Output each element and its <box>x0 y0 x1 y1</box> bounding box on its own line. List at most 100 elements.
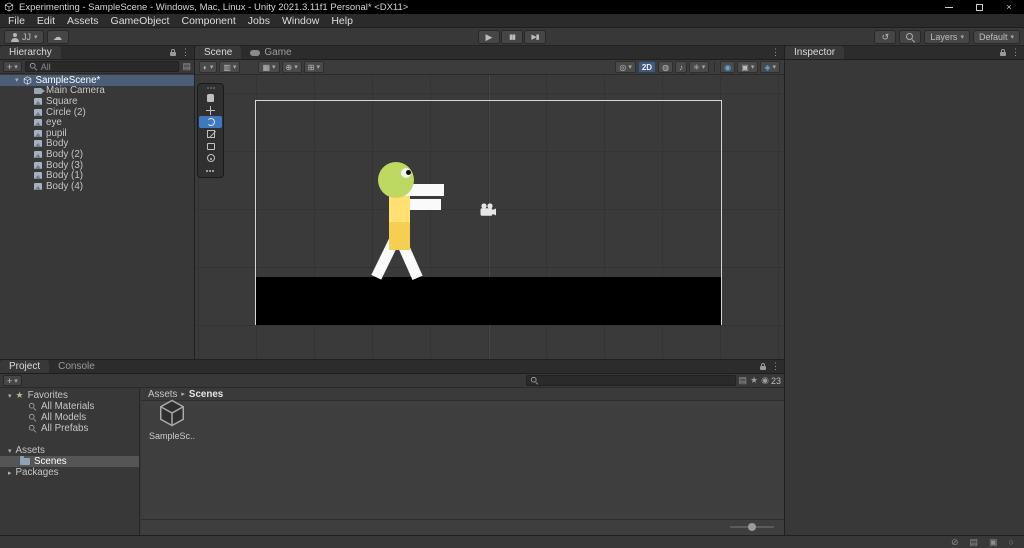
tab-scene[interactable]: Scene <box>195 46 242 59</box>
lock-icon[interactable] <box>760 362 766 370</box>
status-mute-icon[interactable]: ⊘ <box>951 537 959 548</box>
tab-hierarchy[interactable]: Hierarchy <box>0 46 61 59</box>
play-button[interactable]: ▶ <box>478 30 500 44</box>
tool-rect[interactable] <box>199 140 222 152</box>
camera-gizmo-icon[interactable] <box>479 203 497 221</box>
scene-lighting-toggle[interactable]: ◍ <box>658 61 674 73</box>
hierarchy-scene-row[interactable]: ▾ SampleScene* <box>0 75 194 86</box>
kebab-menu-icon[interactable]: ⋮ <box>181 47 190 58</box>
hierarchy-item-pupil[interactable]: pupil <box>0 128 194 139</box>
tool-hand[interactable] <box>199 92 222 104</box>
tool-more[interactable] <box>199 164 222 176</box>
character-body-top[interactable] <box>389 196 410 222</box>
foldout-icon[interactable]: ▾ <box>8 392 12 400</box>
lock-icon[interactable] <box>1000 48 1006 56</box>
menu-component[interactable]: Component <box>175 15 241 27</box>
status-progress-icon[interactable]: ○ <box>1009 537 1014 547</box>
favorites-label: Favorites <box>27 390 68 401</box>
account-button[interactable]: JJ ▾ <box>4 30 44 44</box>
favorite-all-models[interactable]: All Models <box>0 412 139 423</box>
hierarchy-item-main-camera[interactable]: Main Camera <box>0 85 194 96</box>
inspector-tab-icons: ⋮ <box>1000 46 1024 59</box>
add-gameobject-button[interactable]: + ▾ <box>3 61 22 72</box>
undo-history-button[interactable]: ↺ <box>874 30 897 44</box>
menu-window[interactable]: Window <box>276 15 325 27</box>
kebab-menu-icon[interactable]: ⋮ <box>1011 47 1020 58</box>
tool-move[interactable] <box>199 104 222 116</box>
hidden-count-badge[interactable]: ◉ 23 <box>761 375 781 386</box>
close-button[interactable]: × <box>994 0 1024 14</box>
more-tools-icon <box>206 169 215 172</box>
grid-snap-dropdown[interactable]: ⊞ ▾ <box>303 61 324 73</box>
layout-dropdown[interactable]: Default ▾ <box>972 30 1020 44</box>
scene-viewport[interactable] <box>195 75 784 359</box>
menu-edit[interactable]: Edit <box>31 15 61 27</box>
layers-dropdown[interactable]: Layers ▾ <box>924 30 970 44</box>
2d-mode-toggle[interactable]: 2D <box>637 61 657 73</box>
cloud-services-button[interactable]: ☁ <box>46 30 69 44</box>
hierarchy-item-square[interactable]: Square <box>0 96 194 107</box>
menu-gameobject[interactable]: GameObject <box>105 15 176 27</box>
ground-object[interactable] <box>256 277 721 325</box>
kebab-menu-icon[interactable]: ⋮ <box>771 47 780 58</box>
hierarchy-item-body-4[interactable]: Body (4) <box>0 181 194 192</box>
tool-rotate[interactable] <box>199 116 222 128</box>
add-asset-button[interactable]: + ▾ <box>3 375 22 386</box>
favorites-row[interactable]: ▾ ★ Favorites <box>0 390 139 401</box>
scene-audio-toggle[interactable]: ♪ <box>675 61 688 73</box>
menu-assets[interactable]: Assets <box>61 15 105 27</box>
assets-root-row[interactable]: ▾ Assets <box>0 445 139 456</box>
scenes-folder-row[interactable]: Scenes <box>0 456 139 467</box>
hierarchy-item-body-3[interactable]: Body (3) <box>0 160 194 171</box>
camera-view-dropdown[interactable]: ▣ ▾ <box>737 61 759 73</box>
tool-transform[interactable] <box>199 152 222 164</box>
project-search-input[interactable] <box>525 375 736 386</box>
hierarchy-item-body[interactable]: Body <box>0 138 194 149</box>
character-pupil[interactable] <box>406 170 411 175</box>
favorite-star-icon[interactable]: ★ <box>750 375 758 386</box>
status-layers-icon[interactable]: ▤ <box>970 537 979 548</box>
gizmos-dropdown[interactable]: ◈ ▾ <box>760 61 780 73</box>
hierarchy-item-body-2[interactable]: Body (2) <box>0 149 194 160</box>
search-in-assets-icon[interactable]: ▤ <box>739 375 748 386</box>
asset-samplescene[interactable]: SampleSc... <box>149 398 195 441</box>
character-head[interactable] <box>378 162 414 198</box>
tab-inspector[interactable]: Inspector <box>785 46 845 59</box>
favorite-all-materials[interactable]: All Materials <box>0 401 139 412</box>
menu-jobs[interactable]: Jobs <box>242 15 276 27</box>
foldout-right-icon[interactable]: ▸ <box>8 469 12 477</box>
hierarchy-item-circle-2[interactable]: Circle (2) <box>0 107 194 118</box>
packages-root-row[interactable]: ▸ Packages <box>0 467 139 478</box>
grid-visibility-dropdown[interactable]: ▦ ▾ <box>258 61 280 73</box>
tab-project[interactable]: Project <box>0 360 50 373</box>
snap-settings-dropdown[interactable]: ⊕ ▾ <box>281 61 302 73</box>
hierarchy-item-eye[interactable]: eye <box>0 117 194 128</box>
scene-effects-dropdown[interactable]: ✳ ▾ <box>689 61 710 73</box>
pause-button[interactable]: ▮▮ <box>501 30 523 44</box>
scene-camera-dropdown[interactable]: ◎ ▾ <box>615 61 636 73</box>
minimize-button[interactable] <box>934 0 964 14</box>
hierarchy-item-body-1[interactable]: Body (1) <box>0 170 194 181</box>
global-search-button[interactable] <box>899 30 922 44</box>
palette-drag-handle[interactable] <box>198 84 223 92</box>
maximize-button[interactable] <box>964 0 994 14</box>
character-body-bottom[interactable] <box>389 222 410 250</box>
debug-mode-dropdown[interactable]: ▥ ▾ <box>219 61 241 73</box>
lock-icon[interactable] <box>170 48 176 56</box>
scene-picking-icon[interactable]: ▤ <box>182 61 191 72</box>
tab-game[interactable]: Game <box>241 46 300 59</box>
foldout-icon[interactable]: ▾ <box>15 76 19 84</box>
hierarchy-search-input[interactable]: All <box>24 61 180 72</box>
status-console-icon[interactable]: ▣ <box>989 537 998 548</box>
menu-file[interactable]: File <box>2 15 31 27</box>
tool-scale[interactable] <box>199 128 222 140</box>
foldout-icon[interactable]: ▾ <box>8 447 12 455</box>
menu-help[interactable]: Help <box>325 15 359 27</box>
kebab-menu-icon[interactable]: ⋮ <box>771 361 780 372</box>
zoom-slider-thumb[interactable] <box>748 523 756 531</box>
tab-console[interactable]: Console <box>49 360 104 373</box>
draw-mode-dropdown[interactable]: ◐ ▾ <box>199 61 218 73</box>
step-button[interactable]: ▶▮ <box>524 30 546 44</box>
favorite-all-prefabs[interactable]: All Prefabs <box>0 423 139 434</box>
scene-visibility-toggle[interactable]: ◉ <box>720 61 736 73</box>
